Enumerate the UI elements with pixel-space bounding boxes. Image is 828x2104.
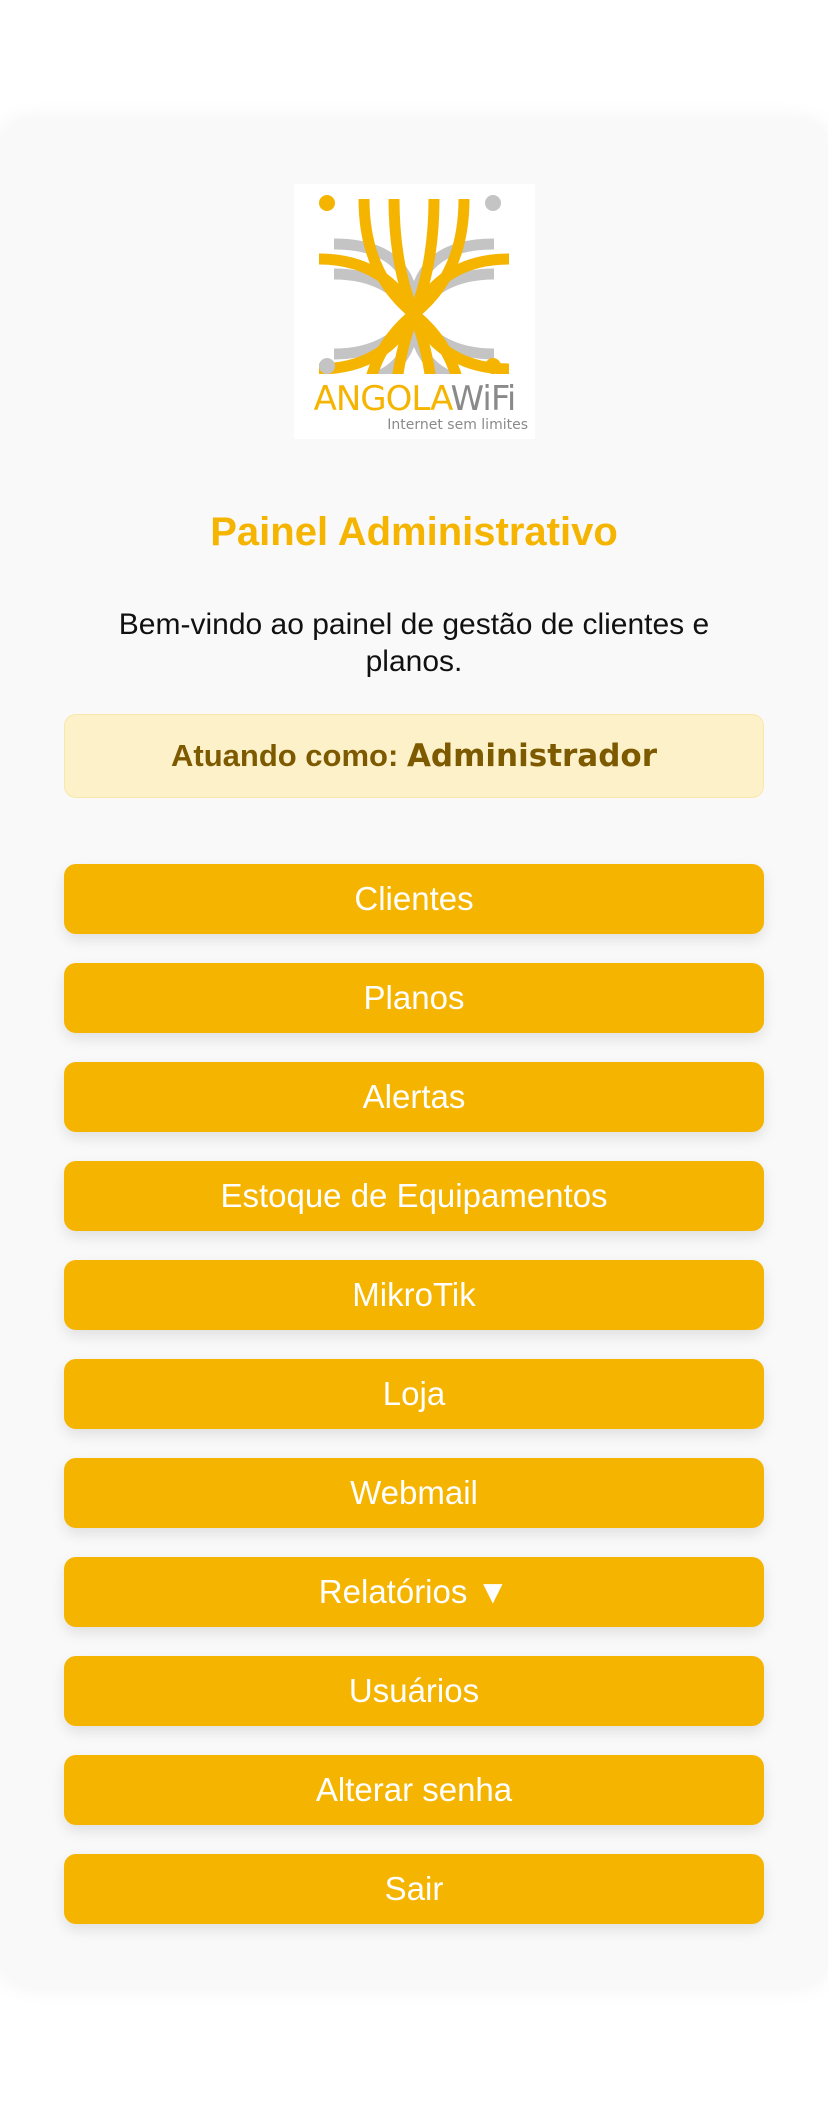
- logout-button[interactable]: Sair: [64, 1854, 764, 1924]
- nav-button-loja[interactable]: Loja: [64, 1359, 764, 1429]
- nav-button-alertas[interactable]: Alertas: [64, 1062, 764, 1132]
- logo-tagline: Internet sem limites: [387, 417, 528, 433]
- role-label: Atuando como:: [171, 738, 399, 773]
- nav-button-mikrotik[interactable]: MikroTik: [64, 1260, 764, 1330]
- nav-button-clientes[interactable]: Clientes: [64, 864, 764, 934]
- nav-button-usuarios[interactable]: Usuários: [64, 1656, 764, 1726]
- nav-button-webmail[interactable]: Webmail: [64, 1458, 764, 1528]
- nav-dropdown-relatorios[interactable]: Relatórios ▼: [64, 1557, 764, 1627]
- logo-wordmark: ANGOLAWiFi: [313, 379, 517, 419]
- nav-button-alterar-senha[interactable]: Alterar senha: [64, 1755, 764, 1825]
- angolawifi-logo: ANGOLAWiFi Internet sem limites: [294, 184, 535, 439]
- nav-button-planos[interactable]: Planos: [64, 963, 764, 1033]
- current-role-banner: Atuando como: Administrador: [64, 714, 764, 798]
- admin-nav-menu: Clientes Planos Alertas Estoque de Equip…: [64, 864, 764, 1953]
- page-title: Painel Administrativo: [210, 510, 618, 554]
- welcome-message: Bem-vindo ao painel de gestão de cliente…: [118, 608, 710, 678]
- role-value: Administrador: [406, 738, 657, 774]
- nav-button-estoque-equipamentos[interactable]: Estoque de Equipamentos: [64, 1161, 764, 1231]
